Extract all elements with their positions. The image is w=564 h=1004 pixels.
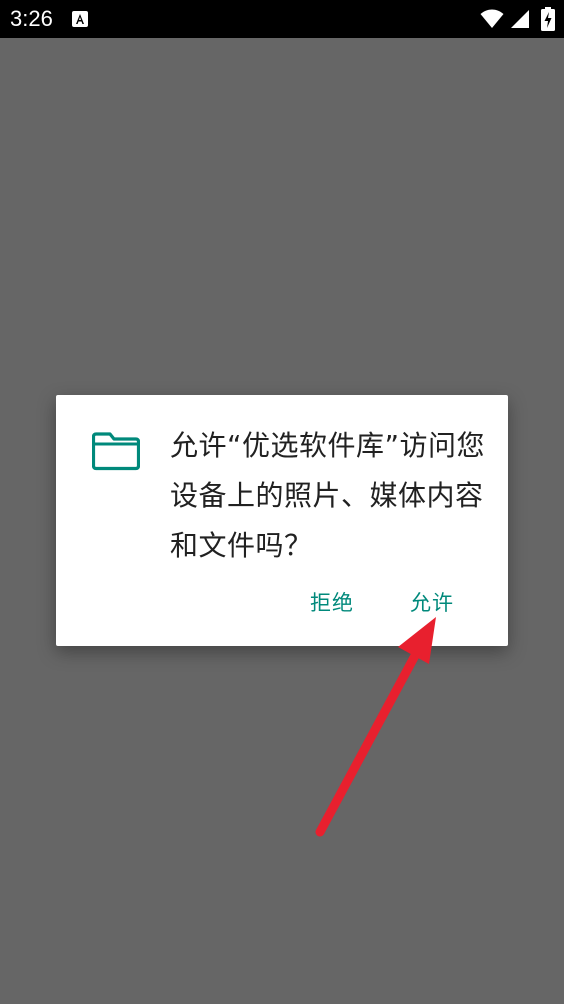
- permission-message: 允许“优选软件库”访问您设备上的照片、媒体内容和文件吗？: [170, 429, 486, 562]
- permission-dialog: 允许“优选软件库”访问您设备上的照片、媒体内容和文件吗？ 拒绝 允许: [56, 395, 508, 646]
- allow-button[interactable]: 允许: [400, 583, 464, 623]
- folder-icon: [92, 432, 140, 471]
- text-a-notification-icon: [72, 11, 88, 27]
- wifi-icon: [480, 9, 504, 28]
- cellular-signal-icon: [511, 10, 529, 28]
- status-bar: 3:26: [0, 0, 564, 38]
- deny-button[interactable]: 拒绝: [300, 583, 364, 623]
- battery-charging-icon: [541, 7, 555, 31]
- dialog-actions: 拒绝 允许: [56, 583, 508, 623]
- status-time: 3:26: [10, 6, 53, 31]
